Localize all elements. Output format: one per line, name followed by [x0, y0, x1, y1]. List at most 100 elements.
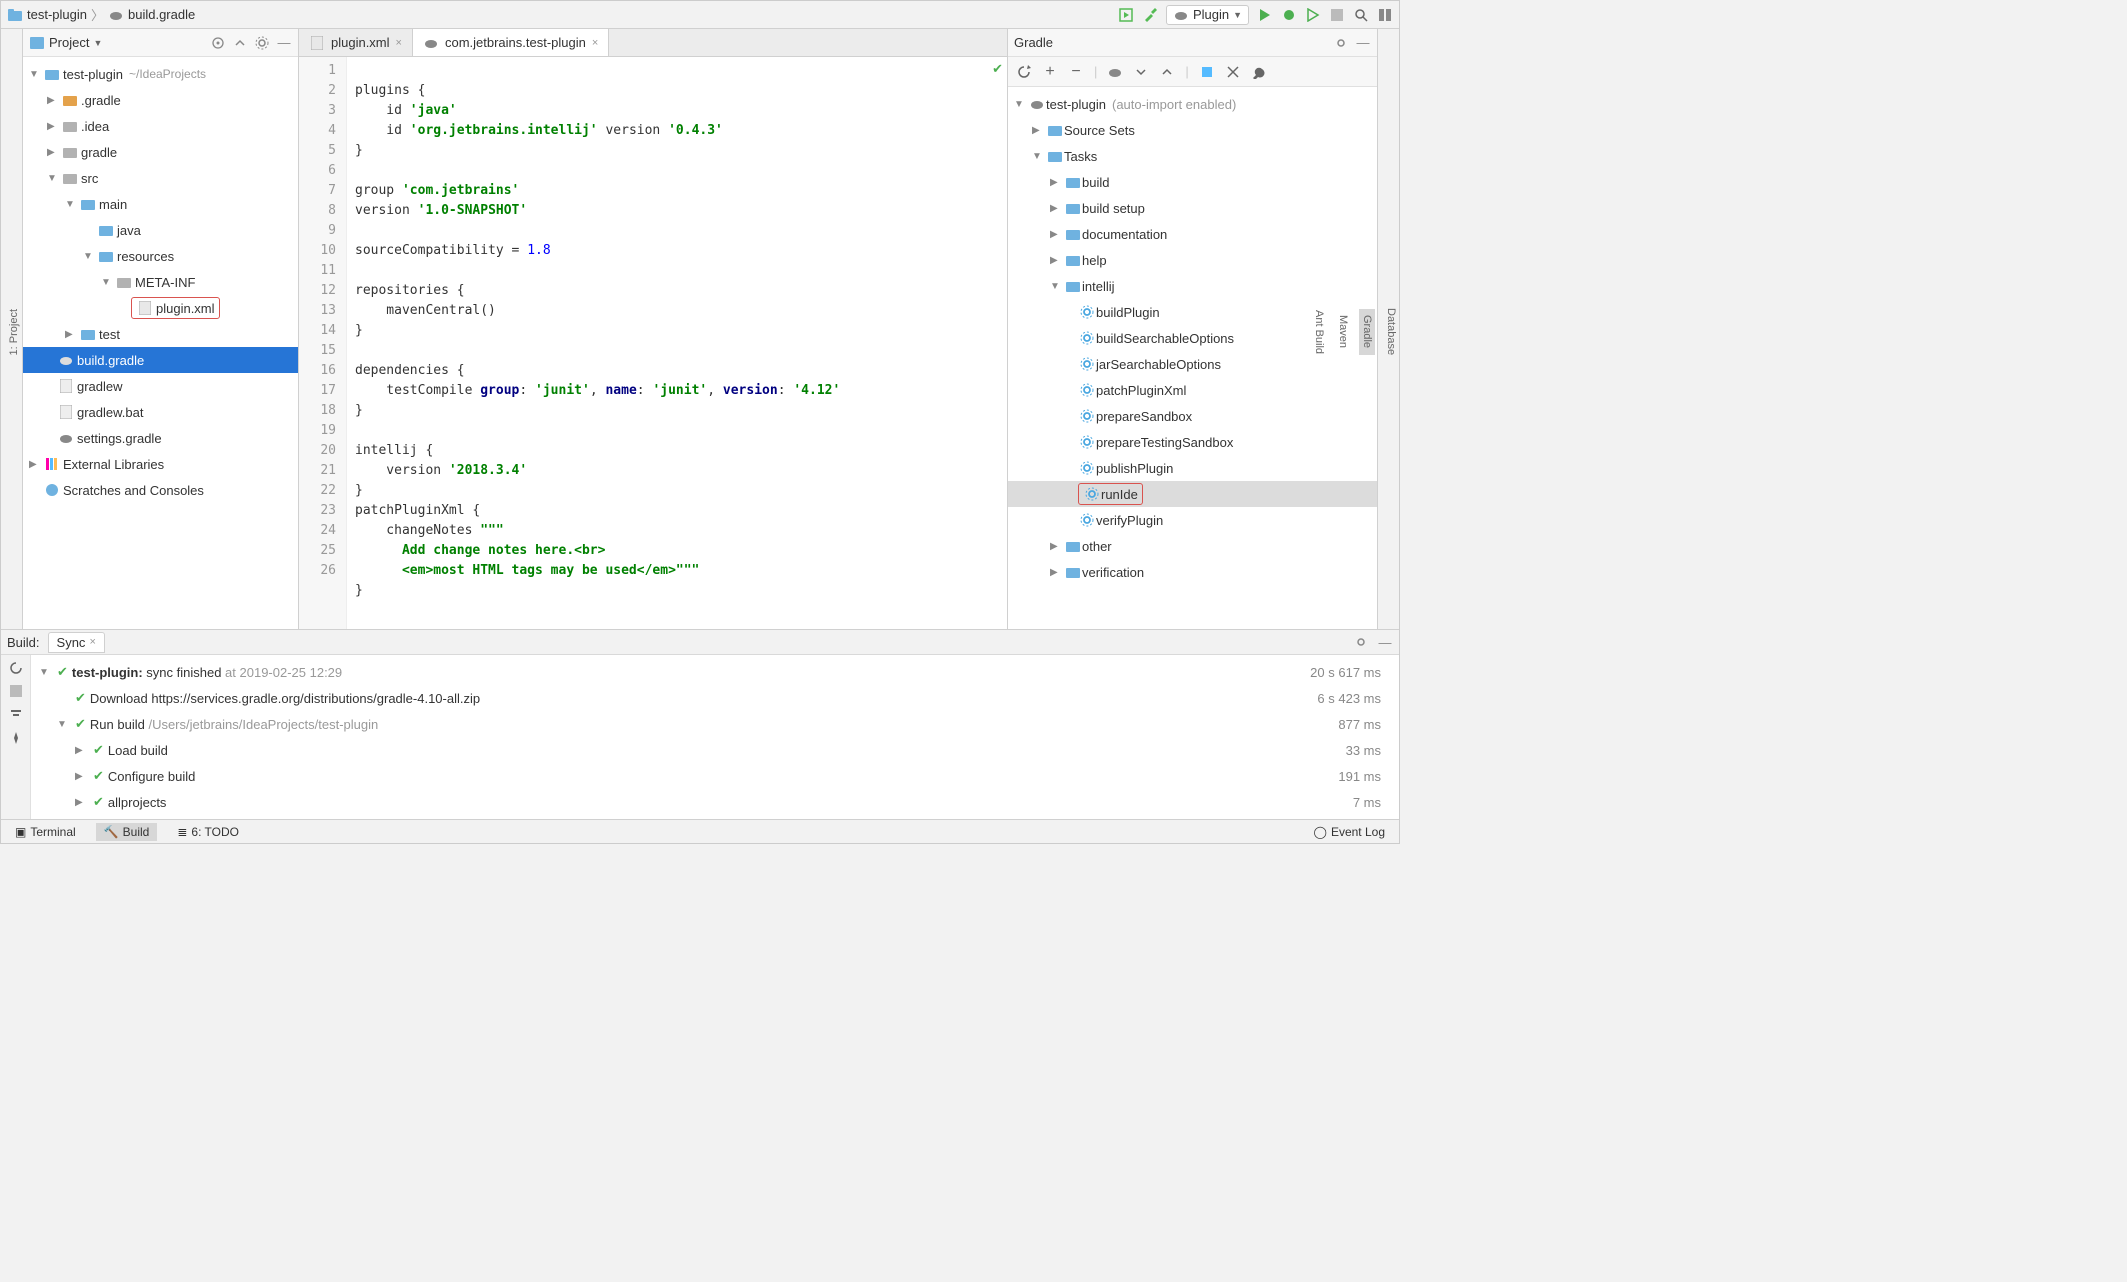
- search-icon[interactable]: [1353, 7, 1369, 23]
- tree-settings-gradle[interactable]: settings.gradle: [23, 425, 298, 451]
- breadcrumb-project[interactable]: test-plugin: [7, 7, 87, 23]
- gradle-root[interactable]: ▼test-plugin(auto-import enabled): [1008, 91, 1377, 117]
- tree-scratches[interactable]: Scratches and Consoles: [23, 477, 298, 503]
- build-icon[interactable]: [1118, 7, 1134, 23]
- breadcrumb-file[interactable]: build.gradle: [108, 7, 195, 23]
- minus-icon[interactable]: −: [1068, 64, 1084, 80]
- rerun-icon[interactable]: [9, 661, 23, 675]
- wrench-icon[interactable]: [1251, 64, 1267, 80]
- gradle-tasks[interactable]: ▼Tasks: [1008, 143, 1377, 169]
- pin-icon[interactable]: [9, 731, 23, 745]
- status-build[interactable]: 🔨Build: [96, 823, 158, 841]
- debug-icon[interactable]: [1281, 7, 1297, 23]
- gradle-task-intellij[interactable]: ▼intellij: [1008, 273, 1377, 299]
- collapse-icon[interactable]: [232, 35, 248, 51]
- status-event-log[interactable]: ◯Event Log: [1306, 823, 1393, 841]
- gradle-task-verification[interactable]: ▶verification: [1008, 559, 1377, 585]
- gradle-task-verifyPlugin[interactable]: verifyPlugin: [1008, 507, 1377, 533]
- folder-icon: [79, 328, 97, 340]
- minimize-icon[interactable]: —: [1377, 634, 1393, 650]
- top-toolbar: test-plugin 〉 build.gradle Plugin ▼: [1, 1, 1399, 29]
- gradle-source-sets[interactable]: ▶Source Sets: [1008, 117, 1377, 143]
- tree-main[interactable]: ▼main: [23, 191, 298, 217]
- stop-icon[interactable]: [1329, 7, 1345, 23]
- gradle-panel-title: Gradle: [1014, 35, 1053, 50]
- right-tool-stripe: Database Gradle Maven Ant Build: [1377, 29, 1399, 629]
- gradle-task-help[interactable]: ▶help: [1008, 247, 1377, 273]
- gradle-task-docs[interactable]: ▶documentation: [1008, 221, 1377, 247]
- tab-build-gradle[interactable]: com.jetbrains.test-plugin×: [413, 29, 609, 56]
- gear-icon[interactable]: [254, 35, 270, 51]
- minimize-icon[interactable]: —: [1355, 35, 1371, 51]
- gradle-elephant-icon[interactable]: [1107, 64, 1123, 80]
- stripe-maven[interactable]: Maven: [1335, 309, 1351, 354]
- gradle-task-prepareTestingSandbox[interactable]: prepareTestingSandbox: [1008, 429, 1377, 455]
- collapse-icon[interactable]: [1159, 64, 1175, 80]
- gradle-elephant-icon: [423, 35, 439, 51]
- run-icon[interactable]: [1257, 7, 1273, 23]
- gradle-elephant-icon: [1173, 7, 1189, 23]
- tree-java[interactable]: java: [23, 217, 298, 243]
- tree-build-gradle[interactable]: build.gradle: [23, 347, 298, 373]
- gradle-task-patchPluginXml[interactable]: patchPluginXml: [1008, 377, 1377, 403]
- stripe-gradle[interactable]: Gradle: [1359, 309, 1375, 354]
- gradle-task-other[interactable]: ▶other: [1008, 533, 1377, 559]
- tree-test[interactable]: ▶test: [23, 321, 298, 347]
- status-todo[interactable]: ≣6: TODO: [169, 823, 247, 841]
- project-panel-title[interactable]: Project ▼: [29, 35, 102, 51]
- gear-icon[interactable]: [1353, 634, 1369, 650]
- tree-root[interactable]: ▼test-plugin~/IdeaProjects: [23, 61, 298, 87]
- tree-gradle-folder[interactable]: ▶gradle: [23, 139, 298, 165]
- stripe-project[interactable]: 1: Project: [6, 303, 22, 361]
- stripe-database[interactable]: Database: [1383, 302, 1399, 361]
- project-tree[interactable]: ▼test-plugin~/IdeaProjects ▶.gradle ▶.id…: [23, 57, 298, 629]
- editor-body[interactable]: 1234567891011121314151617181920212223242…: [299, 57, 1007, 629]
- tree-plugin-xml[interactable]: plugin.xml: [23, 295, 298, 321]
- sync-row-download[interactable]: ✔Download https://services.gradle.org/di…: [39, 685, 1391, 711]
- gear-icon[interactable]: [1333, 35, 1349, 51]
- sync-row-runbuild[interactable]: ▼✔Run build /Users/jetbrains/IdeaProject…: [39, 711, 1391, 737]
- stripe-ant[interactable]: Ant Build: [1311, 304, 1327, 360]
- stop-icon[interactable]: [10, 685, 22, 697]
- tree-idea-dir[interactable]: ▶.idea: [23, 113, 298, 139]
- gradle-task-runIde[interactable]: runIde: [1008, 481, 1377, 507]
- minimize-icon[interactable]: —: [276, 35, 292, 51]
- tree-gradlew[interactable]: gradlew: [23, 373, 298, 399]
- build-tab-sync[interactable]: Sync×: [48, 632, 105, 653]
- gradle-task-publishPlugin[interactable]: publishPlugin: [1008, 455, 1377, 481]
- sync-row-root[interactable]: ▼✔test-plugin: sync finished at 2019-02-…: [39, 659, 1391, 685]
- expand-icon[interactable]: [1133, 64, 1149, 80]
- coverage-icon[interactable]: [1305, 7, 1321, 23]
- hammer-icon[interactable]: [1142, 7, 1158, 23]
- sync-row-configure[interactable]: ▶✔Configure build191 ms: [39, 763, 1391, 789]
- code-content[interactable]: plugins { id 'java' id 'org.jetbrains.in…: [347, 57, 1007, 629]
- gradle-task-build[interactable]: ▶build: [1008, 169, 1377, 195]
- sync-tree[interactable]: ▼✔test-plugin: sync finished at 2019-02-…: [31, 655, 1399, 819]
- locate-icon[interactable]: [210, 35, 226, 51]
- task-gear-icon: [1078, 461, 1096, 475]
- refresh-icon[interactable]: [1016, 64, 1032, 80]
- close-icon[interactable]: ×: [396, 37, 402, 49]
- project-panel-header: Project ▼ —: [23, 29, 298, 57]
- gradle-task-build-setup[interactable]: ▶build setup: [1008, 195, 1377, 221]
- close-icon[interactable]: ×: [89, 636, 95, 648]
- tree-gradle-dir[interactable]: ▶.gradle: [23, 87, 298, 113]
- sync-row-load[interactable]: ▶✔Load build33 ms: [39, 737, 1391, 763]
- close-icon[interactable]: ×: [592, 37, 598, 49]
- tree-resources[interactable]: ▼resources: [23, 243, 298, 269]
- tree-metainf[interactable]: ▼META-INF: [23, 269, 298, 295]
- offline-icon[interactable]: [1225, 64, 1241, 80]
- link-icon[interactable]: [1199, 64, 1215, 80]
- tree-ext-libs[interactable]: ▶External Libraries: [23, 451, 298, 477]
- tree-src[interactable]: ▼src: [23, 165, 298, 191]
- tree-gradlew-bat[interactable]: gradlew.bat: [23, 399, 298, 425]
- layout-icon[interactable]: [1377, 7, 1393, 23]
- status-terminal[interactable]: ▣Terminal: [7, 823, 84, 841]
- run-config-dropdown[interactable]: Plugin ▼: [1166, 5, 1249, 25]
- filter-icon[interactable]: [9, 707, 23, 721]
- build-label: Build:: [7, 635, 40, 650]
- sync-row-allprojects[interactable]: ▶✔allprojects7 ms: [39, 789, 1391, 815]
- plus-icon[interactable]: +: [1042, 64, 1058, 80]
- tab-plugin-xml[interactable]: plugin.xml×: [299, 29, 413, 56]
- gradle-task-prepareSandbox[interactable]: prepareSandbox: [1008, 403, 1377, 429]
